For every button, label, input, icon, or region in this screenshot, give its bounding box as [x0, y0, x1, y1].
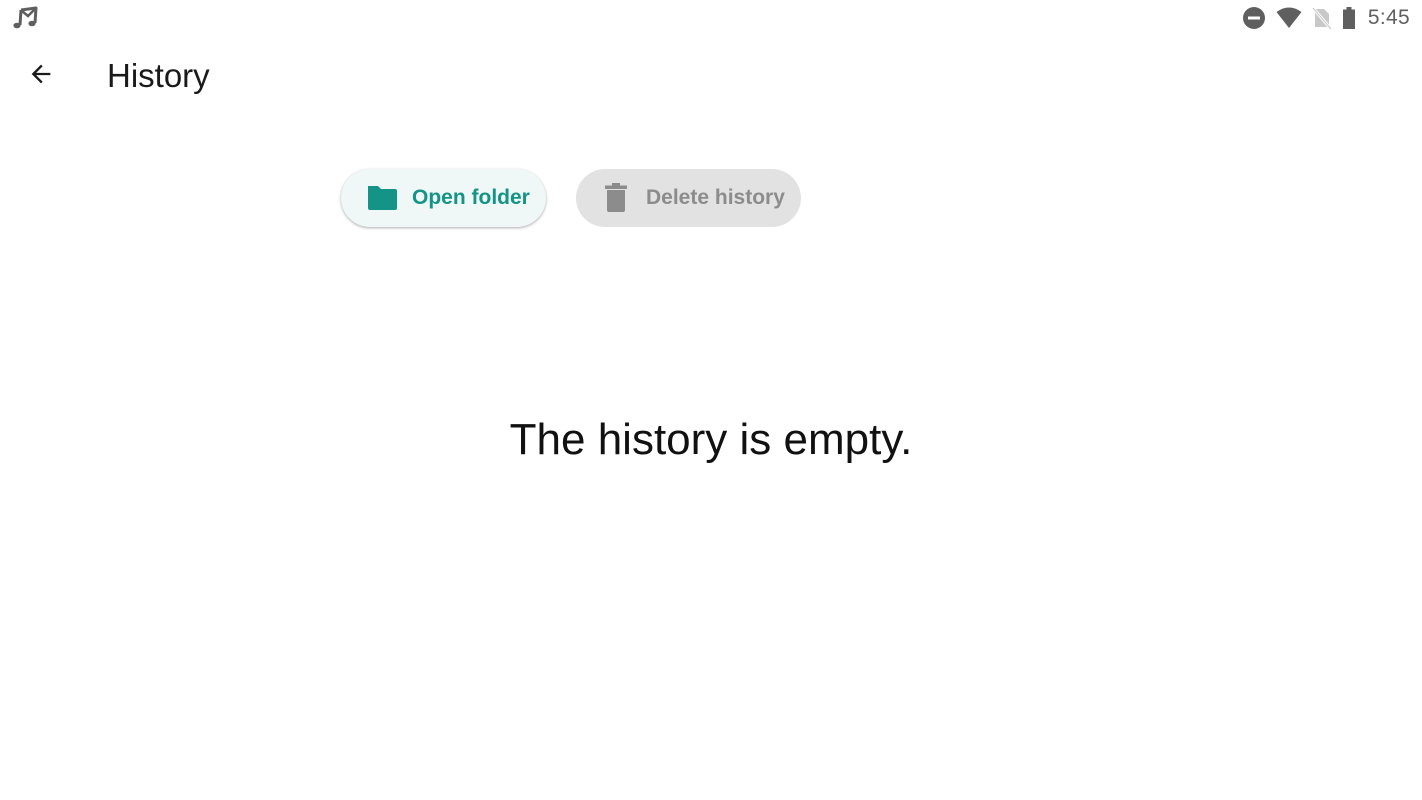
clock: 5:45 — [1367, 6, 1410, 29]
do-not-disturb-icon — [1242, 6, 1266, 30]
empty-history-message: The history is empty. — [509, 415, 913, 464]
wifi-icon — [1276, 7, 1302, 29]
back-button[interactable] — [17, 52, 65, 100]
music-note-icon — [12, 6, 40, 30]
delete-history-button[interactable]: Delete history — [576, 169, 801, 227]
no-sim-icon — [1311, 6, 1332, 30]
open-folder-label: Open folder — [412, 186, 530, 209]
status-icons: 5:45 — [1242, 4, 1410, 32]
arrow-back-icon — [27, 60, 55, 93]
status-bar: 5:45 — [0, 0, 1422, 36]
delete-history-label: Delete history — [646, 186, 785, 209]
trash-icon — [604, 183, 628, 213]
open-folder-button[interactable]: Open folder — [341, 169, 546, 227]
page-title: History — [107, 57, 210, 94]
app-bar: History — [0, 40, 1422, 112]
folder-icon — [366, 184, 398, 212]
battery-icon — [1342, 6, 1356, 30]
